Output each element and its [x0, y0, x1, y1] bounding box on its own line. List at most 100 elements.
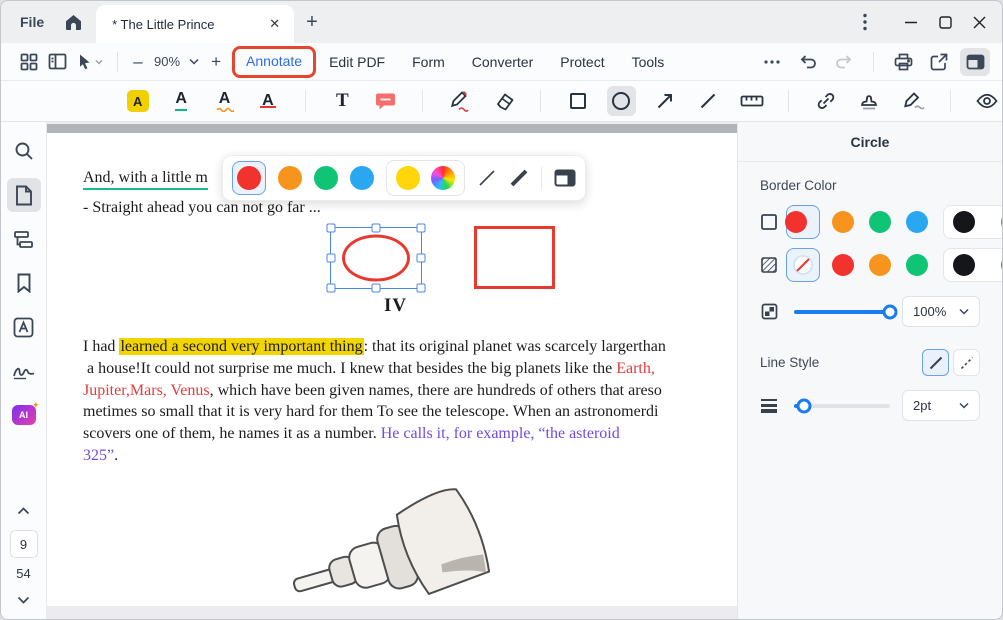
stamp-tool-icon[interactable] — [855, 86, 884, 116]
pdf-page[interactable]: And, with a little m - Straight ahead yo… — [47, 133, 737, 606]
underlined-annotation-text[interactable]: And, with a little m — [83, 169, 208, 190]
resize-handle[interactable] — [417, 254, 426, 263]
document-top-scroll-strip[interactable] — [47, 124, 737, 133]
arrow-tool-icon[interactable] — [650, 86, 679, 116]
pencil-tool-icon[interactable] — [445, 86, 474, 116]
color-green[interactable] — [314, 166, 338, 190]
opacity-select[interactable]: 100% — [902, 296, 980, 327]
highlighted-text[interactable]: learned a second very important thing — [119, 338, 363, 355]
squiggly-tool-icon[interactable]: A — [210, 86, 239, 116]
zoom-out-button[interactable]: – — [126, 52, 150, 72]
menu-edit-pdf[interactable]: Edit PDF — [329, 54, 385, 70]
resize-handle[interactable] — [417, 224, 426, 233]
next-page-chevron-icon[interactable] — [17, 591, 30, 609]
border-color-orange[interactable] — [832, 211, 854, 233]
opacity-slider[interactable] — [794, 310, 890, 314]
thin-line-option[interactable] — [477, 168, 497, 188]
menu-protect[interactable]: Protect — [560, 54, 604, 70]
menu-converter[interactable]: Converter — [472, 54, 533, 70]
underline-tool-icon[interactable]: A — [166, 86, 195, 116]
line-width-row: 2pt — [750, 390, 990, 421]
signature-tool-icon[interactable] — [898, 86, 927, 116]
text-tool-icon[interactable]: T — [328, 86, 357, 116]
signature-panel-icon[interactable] — [7, 354, 41, 388]
redo-button[interactable] — [829, 48, 859, 76]
outline-tree-icon[interactable] — [7, 222, 41, 256]
line-width-slider[interactable] — [794, 404, 890, 408]
opacity-slider-handle[interactable] — [883, 304, 898, 319]
fill-none-selected[interactable] — [786, 248, 820, 282]
resize-handle[interactable] — [372, 224, 381, 233]
menu-form[interactable]: Form — [412, 54, 445, 70]
dashed-line-style-button[interactable] — [953, 349, 980, 376]
border-color-red-selected[interactable] — [786, 205, 820, 239]
circle-tool-icon[interactable] — [607, 86, 636, 116]
border-color-label: Border Color — [750, 178, 990, 193]
file-menu[interactable]: File — [1, 14, 58, 30]
page-thumbnails-icon[interactable] — [7, 178, 41, 212]
measure-tool-icon[interactable] — [737, 86, 766, 116]
color-red-selected[interactable] — [232, 161, 266, 195]
panel-title: Circle — [738, 122, 1002, 162]
close-button[interactable] — [962, 7, 996, 37]
eye-visibility-icon[interactable] — [973, 86, 1002, 116]
fill-color-black[interactable] — [953, 254, 975, 276]
select-cursor-tool[interactable] — [71, 48, 109, 76]
kebab-menu-icon[interactable] — [852, 7, 878, 37]
resize-handle[interactable] — [327, 284, 336, 293]
home-icon[interactable] — [58, 7, 88, 37]
color-orange[interactable] — [278, 166, 302, 190]
search-icon[interactable] — [7, 134, 41, 168]
open-properties-icon[interactable] — [554, 169, 576, 187]
resize-handle[interactable] — [327, 254, 336, 263]
document-tab[interactable]: * The Little Prince ✕ — [96, 5, 294, 43]
more-tools-icon[interactable] — [757, 48, 787, 76]
minimize-button[interactable] — [894, 7, 928, 37]
menu-tools[interactable]: Tools — [632, 54, 665, 70]
border-color-green[interactable] — [869, 211, 891, 233]
menu-annotate[interactable]: Annotate — [246, 53, 302, 69]
zoom-dropdown-chevron-icon[interactable] — [184, 48, 204, 76]
line-width-select[interactable]: 2pt — [902, 390, 980, 421]
maximize-button[interactable] — [928, 7, 962, 37]
thick-line-option[interactable] — [509, 168, 529, 188]
color-blue[interactable] — [350, 166, 374, 190]
previous-page-chevron-icon[interactable] — [17, 502, 30, 520]
fill-color-orange[interactable] — [869, 254, 891, 276]
solid-line-style-button[interactable] — [922, 349, 949, 376]
fill-color-red[interactable] — [832, 254, 854, 276]
link-tool-icon[interactable] — [811, 86, 840, 116]
eraser-tool-icon[interactable] — [489, 86, 518, 116]
resize-handle[interactable] — [327, 224, 336, 233]
zoom-in-button[interactable]: + — [204, 52, 228, 72]
border-color-black[interactable] — [953, 211, 975, 233]
new-tab-button[interactable]: + — [294, 11, 330, 34]
resize-handle[interactable] — [417, 284, 426, 293]
rectangle-tool-icon[interactable] — [563, 86, 592, 116]
rectangle-annotation[interactable] — [474, 226, 555, 289]
undo-button[interactable] — [793, 48, 823, 76]
comment-tool-icon[interactable] — [371, 86, 400, 116]
ai-assistant-icon[interactable]: AI ✦ — [7, 398, 41, 432]
custom-color-picker[interactable] — [431, 166, 455, 190]
tab-close-icon[interactable]: ✕ — [265, 14, 284, 34]
fill-color-green[interactable] — [906, 254, 928, 276]
share-export-icon[interactable] — [924, 48, 954, 76]
current-page-input[interactable]: 9 — [10, 530, 38, 558]
resize-handle[interactable] — [372, 284, 381, 293]
color-yellow[interactable] — [396, 166, 420, 190]
annotation-list-icon[interactable] — [7, 310, 41, 344]
split-view-icon[interactable] — [43, 48, 71, 76]
bookmark-icon[interactable] — [7, 266, 41, 300]
properties-panel-toggle[interactable] — [960, 48, 990, 76]
selected-ellipse-annotation[interactable] — [330, 227, 422, 289]
strikethrough-tool-icon[interactable]: A — [253, 86, 282, 116]
line-width-slider-handle[interactable] — [796, 398, 811, 413]
thumbnail-grid-icon[interactable] — [15, 48, 43, 76]
highlight-tool-icon[interactable]: A — [123, 86, 152, 116]
print-icon[interactable] — [888, 48, 918, 76]
ellipse-shape[interactable] — [342, 235, 410, 282]
border-color-blue[interactable] — [906, 211, 928, 233]
zoom-level[interactable]: 90% — [154, 54, 180, 69]
line-tool-icon[interactable] — [693, 86, 722, 116]
